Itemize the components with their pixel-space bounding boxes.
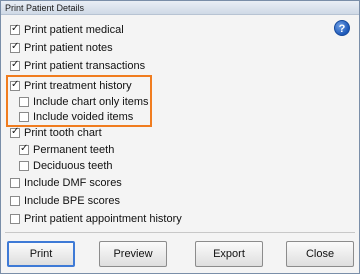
option-label: Print treatment history	[24, 80, 132, 92]
checkbox[interactable]	[10, 196, 20, 206]
option-label: Print tooth chart	[24, 127, 102, 139]
checkbox[interactable]	[19, 143, 29, 155]
print-button[interactable]: Print	[7, 241, 75, 267]
option-label: Print patient medical	[24, 24, 124, 36]
option-label: Deciduous teeth	[33, 160, 113, 172]
option-label: Print patient appointment history	[24, 213, 182, 225]
help-icon[interactable]: ?	[334, 20, 350, 36]
option-permanent-teeth[interactable]: Permanent teeth	[19, 142, 114, 158]
checkbox[interactable]	[10, 126, 20, 138]
option-include-chart-only-items[interactable]: Include chart only items	[19, 94, 149, 110]
option-print-patient-appointment-history[interactable]: Print patient appointment history	[10, 211, 182, 227]
divider	[5, 232, 355, 233]
option-include-dmf-scores[interactable]: Include DMF scores	[10, 175, 122, 191]
checkbox[interactable]	[19, 112, 29, 122]
checkbox[interactable]	[10, 214, 20, 224]
dialog-title: Print Patient Details	[5, 3, 85, 13]
checkbox[interactable]	[10, 41, 20, 53]
checkbox[interactable]	[10, 23, 20, 35]
option-include-bpe-scores[interactable]: Include BPE scores	[10, 193, 120, 209]
export-button[interactable]: Export	[195, 241, 263, 267]
title-bar: Print Patient Details	[1, 1, 359, 15]
checkbox[interactable]	[10, 79, 20, 91]
option-print-patient-transactions[interactable]: Print patient transactions	[10, 58, 145, 74]
close-button[interactable]: Close	[286, 241, 354, 267]
option-deciduous-teeth[interactable]: Deciduous teeth	[19, 158, 113, 174]
option-label: Print patient notes	[24, 42, 113, 54]
option-print-patient-notes[interactable]: Print patient notes	[10, 40, 113, 56]
option-print-patient-medical[interactable]: Print patient medical	[10, 22, 124, 38]
option-label: Include voided items	[33, 111, 134, 123]
checkbox[interactable]	[19, 161, 29, 171]
option-label: Permanent teeth	[33, 144, 115, 156]
option-print-tooth-chart[interactable]: Print tooth chart	[10, 125, 102, 141]
preview-button[interactable]: Preview	[99, 241, 167, 267]
checkbox[interactable]	[19, 97, 29, 107]
option-label: Include DMF scores	[24, 177, 122, 189]
option-label: Include chart only items	[33, 96, 149, 108]
option-include-voided-items[interactable]: Include voided items	[19, 109, 133, 125]
option-label: Include BPE scores	[24, 195, 120, 207]
print-patient-details-dialog: Print Patient Details ? Print patient me…	[0, 0, 360, 274]
option-label: Print patient transactions	[24, 60, 146, 72]
checkbox[interactable]	[10, 59, 20, 71]
checkbox[interactable]	[10, 178, 20, 188]
option-print-treatment-history[interactable]: Print treatment history	[10, 78, 132, 94]
